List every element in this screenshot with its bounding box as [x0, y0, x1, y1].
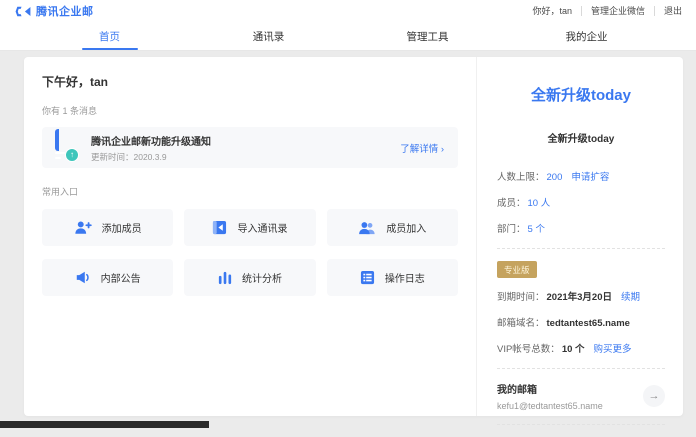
entry-label: 成员加入 [386, 220, 426, 235]
renew-link[interactable]: 续期 [621, 292, 640, 303]
divider [497, 424, 665, 425]
plan-expiry: 到期时间：2021年3月20日续期 [497, 289, 665, 303]
app-logo[interactable]: 腾讯企业邮 [15, 3, 94, 19]
import-contacts-button[interactable]: 导入通讯录 [184, 209, 315, 246]
entry-label: 导入通讯录 [237, 220, 287, 235]
announcement-icon [75, 271, 91, 284]
divider [497, 248, 665, 249]
upgrade-notice-icon: ↑ [55, 134, 79, 162]
quick-entries-grid: 添加成员 导入通讯录 [42, 209, 458, 296]
go-to-mailbox-button[interactable]: → [643, 385, 665, 407]
upload-arrow-icon: ↑ [65, 148, 79, 162]
bottom-progress-bar [0, 421, 209, 428]
message-count: 你有 1 条消息 [42, 104, 458, 117]
logout-link[interactable]: 退出 [654, 6, 682, 16]
upgrade-banner-title[interactable]: 全新升级today [497, 84, 665, 105]
import-contacts-icon [212, 220, 227, 235]
mailbox-address: kefu1@tedtantest65.name [497, 401, 603, 411]
info-sidebar: 全新升级today 全新升级today 人数上限：200申请扩容 成员：10 人… [477, 57, 683, 416]
entry-label: 内部公告 [101, 270, 141, 285]
operation-log-icon [360, 270, 375, 285]
notice-title: 腾讯企业邮新功能升级通知 [91, 133, 211, 148]
upgrade-notice-item[interactable]: ↑ 腾讯企业邮新功能升级通知 更新时间：2020.3.9 了解详情 › [42, 127, 458, 168]
buy-more-link[interactable]: 购买更多 [594, 344, 632, 355]
tab-my-company[interactable]: 我的企业 [507, 22, 666, 50]
plan-section: 专业版 到期时间：2021年3月20日续期 邮箱域名：tedtantest65.… [497, 261, 665, 355]
add-member-button[interactable]: 添加成员 [42, 209, 173, 246]
notice-updated-time: 更新时间：2020.3.9 [91, 151, 211, 163]
top-bar: 腾讯企业邮 你好，tan 管理企业微信 退出 [0, 0, 696, 22]
entry-label: 操作日志 [385, 270, 425, 285]
entry-label: 统计分析 [242, 270, 282, 285]
stat-departments: 部门：5 个 [497, 221, 665, 235]
logo-text: 腾讯企业邮 [36, 3, 94, 19]
exmail-logo-icon [15, 6, 31, 17]
stat-members: 成员：10 人 [497, 195, 665, 209]
plan-vip-count: VIP帐号总数：10 个购买更多 [497, 341, 665, 355]
upgrade-banner-subtitle: 全新升级today [497, 130, 665, 145]
page-greeting: 下午好，tan [42, 73, 458, 90]
member-join-button[interactable]: 成员加入 [327, 209, 458, 246]
internal-announcement-button[interactable]: 内部公告 [42, 259, 173, 296]
quick-entries-label: 常用入口 [42, 185, 458, 198]
add-member-icon [74, 220, 92, 235]
divider [497, 368, 665, 369]
apply-expand-link[interactable]: 申请扩容 [571, 172, 609, 183]
my-mailbox-section: 我的邮箱 kefu1@tedtantest65.name → [497, 381, 665, 411]
tab-home[interactable]: 首页 [30, 22, 189, 50]
member-join-icon [358, 221, 376, 235]
stat-member-limit: 人数上限：200申请扩容 [497, 169, 665, 183]
plan-badge: 专业版 [497, 261, 537, 278]
manage-wechat-link[interactable]: 管理企业微信 [581, 6, 654, 16]
main-column: 下午好，tan 你有 1 条消息 ↑ 腾讯企业邮新功能升级通知 更新时间：202… [24, 57, 477, 416]
mailbox-title: 我的邮箱 [497, 381, 603, 396]
statistics-icon [218, 271, 232, 285]
entry-label: 添加成员 [102, 220, 142, 235]
user-greeting[interactable]: 你好，tan [523, 6, 581, 16]
tab-contacts[interactable]: 通讯录 [189, 22, 348, 50]
learn-more-link[interactable]: 了解详情 › [400, 141, 444, 155]
plan-domain: 邮箱域名：tedtantest65.name [497, 315, 665, 329]
content-card: 下午好，tan 你有 1 条消息 ↑ 腾讯企业邮新功能升级通知 更新时间：202… [24, 57, 683, 416]
top-links: 你好，tan 管理企业微信 退出 [523, 6, 682, 16]
tab-admin-tools[interactable]: 管理工具 [348, 22, 507, 50]
operation-log-button[interactable]: 操作日志 [327, 259, 458, 296]
statistics-button[interactable]: 统计分析 [184, 259, 315, 296]
arrow-right-icon: → [649, 390, 660, 402]
main-nav: 首页 通讯录 管理工具 我的企业 [0, 22, 696, 51]
org-stats: 人数上限：200申请扩容 成员：10 人 部门：5 个 [497, 169, 665, 235]
